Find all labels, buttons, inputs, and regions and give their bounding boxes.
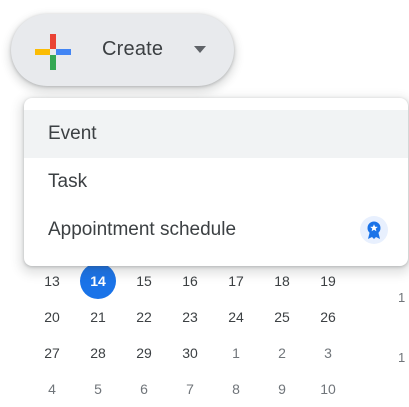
create-menu: Event Task Appointment schedule [24, 98, 408, 266]
calendar-day-today[interactable]: 14 [75, 263, 121, 299]
calendar-day-next-month[interactable]: 10 [305, 371, 351, 407]
calendar-day[interactable]: 13 [29, 263, 75, 299]
calendar-day[interactable]: 23 [167, 299, 213, 335]
calendar-day[interactable]: 24 [213, 299, 259, 335]
calendar-day[interactable]: 22 [121, 299, 167, 335]
menu-item-appointment-schedule[interactable]: Appointment schedule [24, 206, 408, 254]
menu-item-label: Event [48, 123, 97, 144]
calendar-day-next-month[interactable]: 7 [167, 371, 213, 407]
calendar-week-row: 4 5 6 7 8 9 10 [29, 371, 351, 407]
chevron-down-icon[interactable] [194, 46, 206, 54]
plus-icon [35, 34, 71, 70]
premium-badge-icon [360, 216, 388, 244]
calendar-day[interactable]: 18 [259, 263, 305, 299]
clipped-grid-text: 1 [398, 290, 406, 305]
menu-item-label: Task [48, 171, 88, 192]
calendar-day[interactable]: 30 [167, 335, 213, 371]
calendar-day-next-month[interactable]: 5 [75, 371, 121, 407]
calendar-day-next-month[interactable]: 3 [305, 335, 351, 371]
calendar-day-next-month[interactable]: 2 [259, 335, 305, 371]
calendar-day-next-month[interactable]: 9 [259, 371, 305, 407]
calendar-day-next-month[interactable]: 6 [121, 371, 167, 407]
menu-item-task[interactable]: Task [24, 158, 408, 206]
calendar-day-next-month[interactable]: 1 [213, 335, 259, 371]
clipped-grid-text: 1 [398, 350, 406, 365]
calendar-day[interactable]: 21 [75, 299, 121, 335]
calendar-day[interactable]: 17 [213, 263, 259, 299]
calendar-day[interactable]: 19 [305, 263, 351, 299]
create-button-label: Create [102, 38, 164, 60]
calendar-week-row: 13 14 15 16 17 18 19 [29, 263, 351, 299]
calendar-day[interactable]: 26 [305, 299, 351, 335]
menu-item-event[interactable]: Event [24, 110, 408, 158]
calendar-day[interactable]: 25 [259, 299, 305, 335]
calendar-day[interactable]: 29 [121, 335, 167, 371]
calendar-day[interactable]: 15 [121, 263, 167, 299]
create-button[interactable]: Create [11, 14, 234, 86]
calendar-day-next-month[interactable]: 4 [29, 371, 75, 407]
menu-item-label: Appointment schedule [48, 219, 237, 240]
calendar-week-row: 27 28 29 30 1 2 3 [29, 335, 351, 371]
calendar-day[interactable]: 27 [29, 335, 75, 371]
calendar-day[interactable]: 16 [167, 263, 213, 299]
calendar-day[interactable]: 28 [75, 335, 121, 371]
calendar-week-row: 20 21 22 23 24 25 26 [29, 299, 351, 335]
calendar-day[interactable]: 20 [29, 299, 75, 335]
calendar-day-next-month[interactable]: 8 [213, 371, 259, 407]
